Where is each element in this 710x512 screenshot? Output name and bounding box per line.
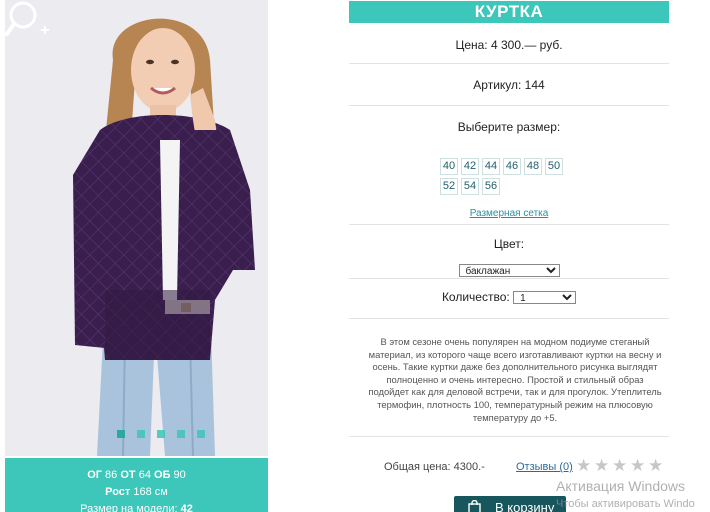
total-price: Общая цена: 4300.- xyxy=(384,461,485,473)
size-option[interactable]: 40 xyxy=(440,158,458,175)
color-row: баклажан xyxy=(349,263,669,277)
os-activation-watermark: Активация Windows xyxy=(556,478,686,494)
model-measurements: ОГ 86 ОТ 64 ОБ 90 Рост 168 см Размер на … xyxy=(5,458,268,512)
divider xyxy=(349,63,669,64)
divider xyxy=(349,105,669,106)
og-value: 86 xyxy=(105,469,118,481)
product-description: В этом сезоне очень популярен на модном … xyxy=(368,336,662,423)
color-label: Цвет: xyxy=(493,237,525,251)
measure-line-2: Рост 168 см xyxy=(5,484,268,501)
size-option[interactable]: 42 xyxy=(461,158,479,175)
divider xyxy=(349,436,669,437)
gallery-dot-1[interactable] xyxy=(117,430,125,438)
choose-size-label: Выберите размер: xyxy=(457,120,561,134)
add-to-cart-button[interactable]: В корзину xyxy=(454,496,566,512)
size-chart-row: Размерная сетка xyxy=(349,205,669,219)
product-title: КУРТКА xyxy=(349,1,669,23)
height-value: 168 см xyxy=(133,486,168,498)
star-icon[interactable]: ★ xyxy=(630,457,646,474)
zoom-icon[interactable] xyxy=(5,0,51,40)
article: Артикул: 144 xyxy=(473,78,545,92)
height-label: Рост xyxy=(105,486,131,498)
quantity-label: Количество: xyxy=(441,290,510,304)
gallery-dot-4[interactable] xyxy=(177,430,185,438)
star-icon[interactable]: ★ xyxy=(576,457,592,474)
product-page: ОГ 86 ОТ 64 ОБ 90 Рост 168 см Размер на … xyxy=(0,0,710,512)
gallery-dot-5[interactable] xyxy=(197,430,205,438)
reviews-link[interactable]: Отзывы (0) xyxy=(516,461,573,473)
size-selector: 40 42 44 46 48 50 52 54 56 xyxy=(440,158,570,195)
model-size-label: Размер на модели: xyxy=(80,503,178,512)
star-icon[interactable]: ★ xyxy=(612,457,628,474)
divider xyxy=(349,224,669,225)
size-option[interactable]: 54 xyxy=(461,178,479,195)
size-option[interactable]: 46 xyxy=(503,158,521,175)
price: Цена: 4 300.— руб. xyxy=(455,38,563,52)
model-size-value: 42 xyxy=(180,503,193,512)
ot-value: 64 xyxy=(138,469,151,481)
size-option[interactable]: 52 xyxy=(440,178,458,195)
og-label: ОГ xyxy=(87,469,102,481)
product-photo[interactable] xyxy=(5,0,268,456)
size-chart-link[interactable]: Размерная сетка xyxy=(470,208,549,219)
model-illustration xyxy=(73,18,255,456)
os-activation-watermark-hint: Чтобы активировать Windo xyxy=(556,498,695,510)
measure-line-3: Размер на модели: 42 xyxy=(5,501,268,512)
color-select[interactable]: баклажан xyxy=(458,264,560,277)
ob-value: 90 xyxy=(173,469,186,481)
quantity-row: Количество: 1 xyxy=(349,290,669,305)
shopping-bag-icon xyxy=(468,500,481,512)
ot-label: ОТ xyxy=(120,469,136,481)
quantity-select[interactable]: 1 xyxy=(513,291,577,305)
gallery-dot-2[interactable] xyxy=(137,430,145,438)
size-option[interactable]: 56 xyxy=(482,178,500,195)
rating-stars[interactable]: ★ ★ ★ ★ ★ xyxy=(576,457,664,474)
size-option[interactable]: 50 xyxy=(545,158,563,175)
gallery-dots xyxy=(117,430,205,438)
size-option[interactable]: 44 xyxy=(482,158,500,175)
divider xyxy=(349,318,669,319)
divider xyxy=(349,278,669,279)
add-to-cart-label: В корзину xyxy=(495,499,555,512)
gallery-dot-3[interactable] xyxy=(157,430,165,438)
star-icon[interactable]: ★ xyxy=(594,457,610,474)
ob-label: ОБ xyxy=(154,469,171,481)
measure-line-1: ОГ 86 ОТ 64 ОБ 90 xyxy=(5,467,268,484)
size-option[interactable]: 48 xyxy=(524,158,542,175)
star-icon[interactable]: ★ xyxy=(648,457,664,474)
